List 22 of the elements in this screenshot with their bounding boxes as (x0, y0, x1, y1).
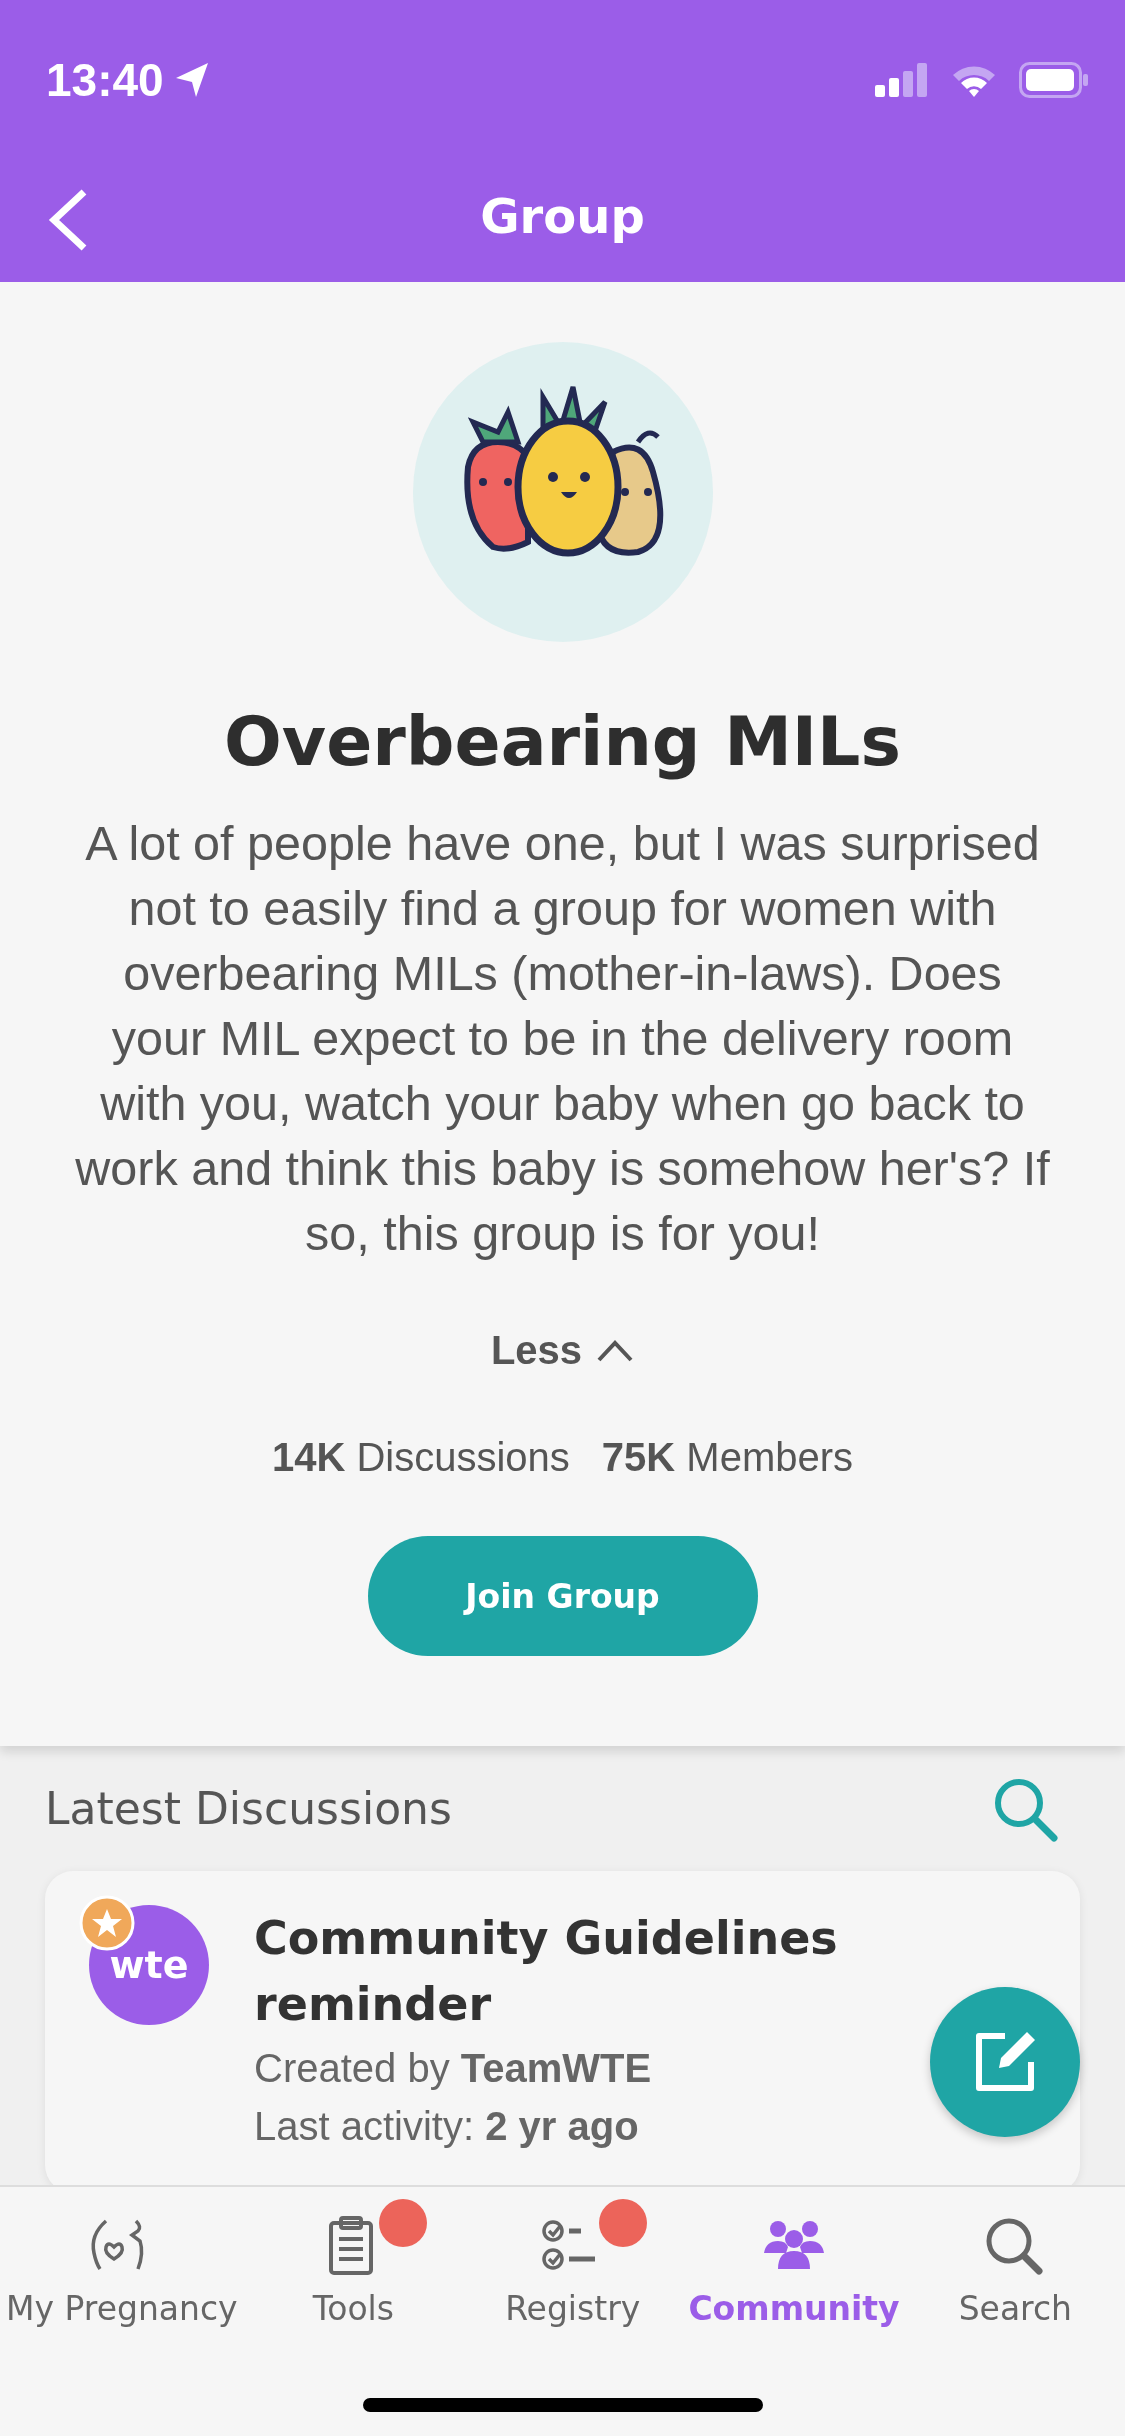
page-title: Group (480, 188, 645, 244)
tab-item[interactable]: Registry (463, 2187, 683, 2347)
battery-icon (1019, 62, 1089, 98)
status-time: 13:40 (46, 53, 164, 107)
signal-icon (875, 63, 929, 97)
stat-text: 14K Discussions (271, 1435, 570, 1480)
join-group-button[interactable]: Join Group (367, 1536, 758, 1656)
tab-item[interactable]: My Pregnancy (0, 2187, 244, 2347)
stat-text: 75K Members (601, 1435, 854, 1480)
discussion-card[interactable]: wte Community Guidelines reminder Created by TeamWTE Last activity: 2 yr ago (45, 1871, 1080, 2185)
less-toggle[interactable]: Less (490, 1328, 635, 1373)
tab-item[interactable]: Tools (243, 2187, 463, 2347)
tab-item[interactable]: Community (682, 2187, 906, 2347)
wifi-icon (951, 63, 997, 97)
activity-line: Last activity: 2 yr ago (254, 2103, 640, 2150)
group-name: Overbearing MILs (224, 702, 901, 781)
tab-item[interactable]: Search (905, 2187, 1125, 2347)
chevron-up-icon (596, 1338, 635, 1363)
group-description: A lot of people have one, but I was surprised not to easily find a group for women with overbearing MILs (mother-in-laws). Does your MIL expect to be in the delivery room with you, watch your baby when go back to work and think this baby is somehow her's? If so, this group is for you! (74, 815, 1051, 1262)
author-line: Created by TeamWTE (254, 2045, 653, 2092)
section-heading: Latest Discussions (45, 1783, 452, 1834)
discussion-title: Community Guidelines reminder (254, 1910, 839, 2033)
